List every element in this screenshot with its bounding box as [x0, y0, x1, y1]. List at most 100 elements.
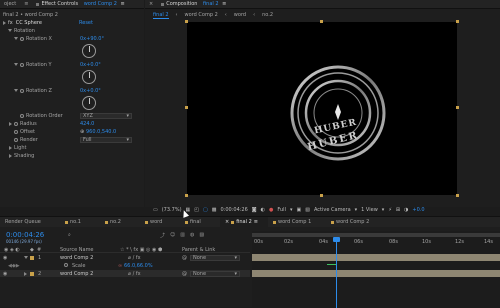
parent-pickwhip-icon[interactable]: @ [182, 271, 187, 277]
rotation-group[interactable]: Rotation [8, 27, 35, 34]
stopwatch-icon[interactable] [14, 121, 18, 126]
breadcrumb-no2[interactable]: no.2 [262, 12, 273, 19]
tab-word-comp-2[interactable]: word Comp 2 [326, 217, 384, 227]
transform-handle[interactable] [320, 20, 323, 23]
camera-icon[interactable]: ◙ [252, 207, 257, 213]
breadcrumb-word[interactable]: word [234, 12, 246, 19]
timeline-timecode[interactable]: 0:00:04:26 [6, 231, 44, 239]
reset-link[interactable]: Reset [79, 20, 93, 26]
expand-triangle-icon[interactable] [9, 145, 12, 150]
composition-viewer[interactable]: HUBER HUBER [185, 20, 459, 197]
transform-handle[interactable] [456, 194, 459, 197]
transform-handle[interactable] [320, 194, 323, 197]
menu-icon[interactable]: ≡ [221, 1, 226, 7]
stopwatch-icon[interactable] [64, 263, 68, 267]
stopwatch-icon[interactable] [14, 137, 18, 142]
rotation-x-value[interactable]: 0x+90.0° [80, 36, 104, 42]
composition-button-icon[interactable]: ⤴ [160, 232, 165, 239]
keyframe-nav-icon[interactable]: ◀◆▶ [8, 263, 20, 269]
expand-triangle-icon[interactable] [9, 153, 12, 158]
label-color[interactable] [30, 255, 34, 260]
stopwatch-icon[interactable] [20, 113, 24, 118]
layer-switches[interactable]: ⌀ / fx [128, 271, 141, 277]
light-group[interactable]: Light [9, 144, 26, 151]
stopwatch-icon[interactable] [20, 62, 24, 67]
exposure-value[interactable]: +0.0 [412, 207, 424, 213]
scale-value[interactable]: 66.0,66.0% [124, 263, 153, 269]
tab-project[interactable]: oject [0, 0, 20, 9]
layer-bar[interactable] [252, 254, 500, 261]
close-icon[interactable]: × [225, 219, 229, 225]
source-name-header[interactable]: Source Name [60, 247, 94, 253]
current-time-handle[interactable] [333, 237, 340, 242]
constrain-proportions-icon[interactable]: ∞ [118, 263, 122, 269]
close-icon[interactable]: × [145, 0, 157, 9]
resolution-dropdown[interactable]: Full [277, 207, 286, 213]
layer-switches[interactable]: ⌀ / fx [128, 255, 141, 261]
transform-handle[interactable] [185, 20, 188, 23]
eye-icon[interactable]: ◉ [3, 255, 7, 261]
toggle-transparency-icon[interactable]: ▧ [305, 207, 310, 213]
mask-icon[interactable]: ◰ [194, 207, 199, 213]
collapse-triangle-icon[interactable] [8, 29, 12, 32]
fx-badge[interactable]: fx [8, 20, 13, 26]
shading-group[interactable]: Shading [9, 152, 34, 159]
eye-icon[interactable]: ◉ [3, 271, 7, 277]
transparency-grid-icon[interactable]: ▩ [212, 207, 217, 213]
tab-word-comp-1[interactable]: word Comp 1 [268, 217, 326, 227]
fast-preview-icon[interactable]: ⚡ [388, 207, 392, 213]
layer-name[interactable]: word Comp 2 [60, 255, 93, 261]
menu-icon[interactable]: ≡ [20, 0, 32, 9]
offset-value[interactable]: 960.0,540.0 [86, 129, 116, 135]
always-preview-icon[interactable]: ▭ [153, 207, 158, 213]
layer-row[interactable]: ◉ 1 word Comp 2 ⌀ / fx @ None ▾ [0, 254, 250, 261]
flowchart-icon[interactable]: ⊞ [396, 207, 400, 213]
menu-icon[interactable]: ≡ [119, 1, 125, 7]
tab-composition[interactable]: Composition final 2 ≡ [157, 0, 230, 9]
rotation-y-value[interactable]: 0x+0.0° [80, 62, 101, 68]
shy-icon[interactable]: ☺ [170, 232, 175, 239]
tab-word[interactable]: word [140, 217, 180, 227]
expand-triangle-icon[interactable] [3, 20, 6, 25]
region-of-interest-icon[interactable]: ▣ [296, 207, 301, 213]
rotation-y-dial[interactable] [82, 70, 96, 84]
viewer-timecode[interactable]: 0:00:04:26 [220, 207, 247, 213]
motion-blur-icon[interactable]: ◍ [190, 232, 194, 239]
radius-value[interactable]: 424.0 [80, 121, 94, 127]
current-time-indicator[interactable] [336, 237, 337, 308]
breadcrumb-word-comp-2[interactable]: word Comp 2 [185, 12, 218, 19]
tab-final[interactable]: final [180, 217, 220, 227]
tab-no2[interactable]: no.2 [100, 217, 140, 227]
stopwatch-icon[interactable] [20, 88, 24, 93]
transform-handle[interactable] [185, 194, 188, 197]
layer-name[interactable]: word Comp 2 [60, 271, 93, 277]
graph-editor-icon[interactable]: ▨ [199, 232, 204, 239]
parent-link-header[interactable]: Parent & Link [182, 247, 215, 253]
search-icon[interactable]: ⌕ [68, 232, 71, 238]
color-icon[interactable]: ● [269, 207, 273, 213]
tab-final-2[interactable]: × final 2 ≡ [220, 217, 268, 227]
rotation-z-dial[interactable] [82, 96, 96, 110]
magnification-dropdown[interactable]: (73.7%) [162, 207, 182, 213]
camera-dropdown[interactable]: Active Camera [314, 207, 351, 213]
rotation-z-value[interactable]: 0x+0.0° [80, 88, 101, 94]
show-snapshot-icon[interactable]: ◐ [261, 207, 265, 213]
transform-handle[interactable] [456, 106, 459, 109]
time-graph[interactable]: 00s 02s 04s 06s 08s 10s 12s 14s [252, 231, 500, 308]
layer-bar[interactable] [252, 270, 500, 277]
parent-dropdown[interactable]: None ▾ [190, 270, 240, 277]
tab-no1[interactable]: no.1 [60, 217, 100, 227]
transform-handle[interactable] [185, 106, 188, 109]
tab-render-queue[interactable]: Render Queue [0, 217, 60, 227]
layer-row[interactable]: ◉ 2 word Comp 2 ⌀ / fx @ None ▾ [0, 270, 250, 277]
parent-pickwhip-icon[interactable]: @ [182, 255, 187, 261]
frame-blending-icon[interactable]: ▥ [180, 232, 185, 239]
view-layout-dropdown[interactable]: 1 View [361, 207, 378, 213]
work-area-bar[interactable] [252, 233, 500, 237]
stopwatch-icon[interactable] [14, 129, 18, 134]
stopwatch-icon[interactable] [20, 36, 24, 41]
exposure-icon[interactable]: ◑ [404, 207, 408, 213]
rotation-order-dropdown[interactable]: XYZ ▾ [80, 112, 132, 119]
tab-effect-controls[interactable]: Effect Controls word Comp 2 ≡ [32, 0, 128, 9]
render-dropdown[interactable]: Full ▾ [80, 136, 132, 143]
